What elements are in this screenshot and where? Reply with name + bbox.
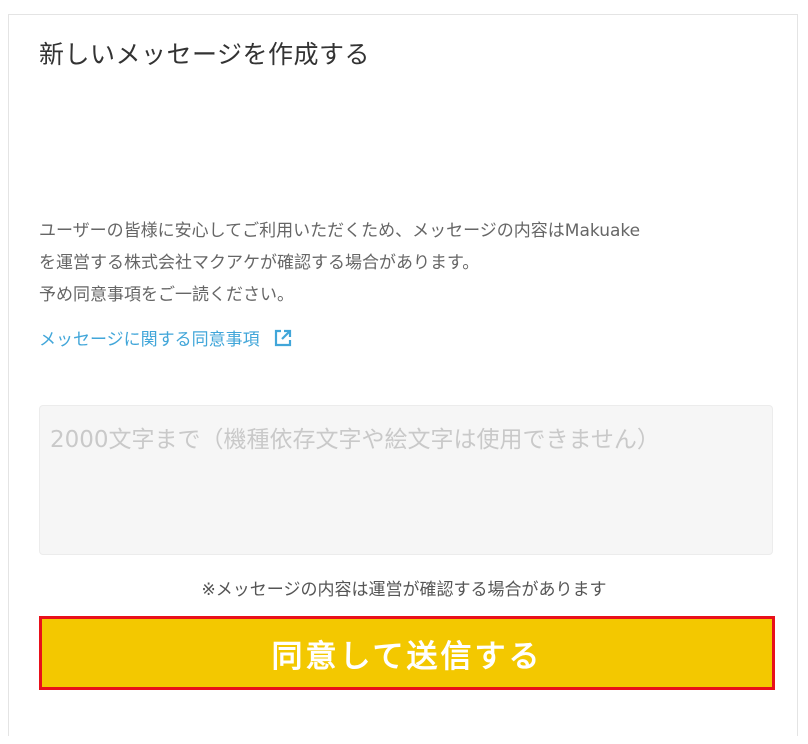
privacy-notice: ユーザーの皆様に安心してご利用いただくため、メッセージの内容はMakuake を… (39, 215, 779, 311)
agreement-terms-link[interactable]: メッセージに関する同意事項 (39, 325, 292, 350)
message-compose-card: 新しいメッセージを作成する ユーザーの皆様に安心してご利用いただくため、メッセー… (8, 14, 798, 736)
agree-and-send-button[interactable]: 同意して送信する (39, 616, 775, 690)
page-title: 新しいメッセージを作成する (39, 40, 371, 69)
external-link-icon (274, 329, 292, 347)
message-textarea[interactable] (39, 405, 773, 555)
notice-line: 予め同意事項をご一読ください。 (39, 285, 294, 305)
review-note: ※メッセージの内容は運営が確認する場合があります (201, 580, 607, 600)
notice-line: ユーザーの皆様に安心してご利用いただくため、メッセージの内容はMakuake (39, 221, 641, 241)
notice-line: を運営する株式会社マクアケが確認する場合があります。 (39, 253, 480, 273)
agreement-terms-link-label: メッセージに関する同意事項 (39, 330, 260, 350)
